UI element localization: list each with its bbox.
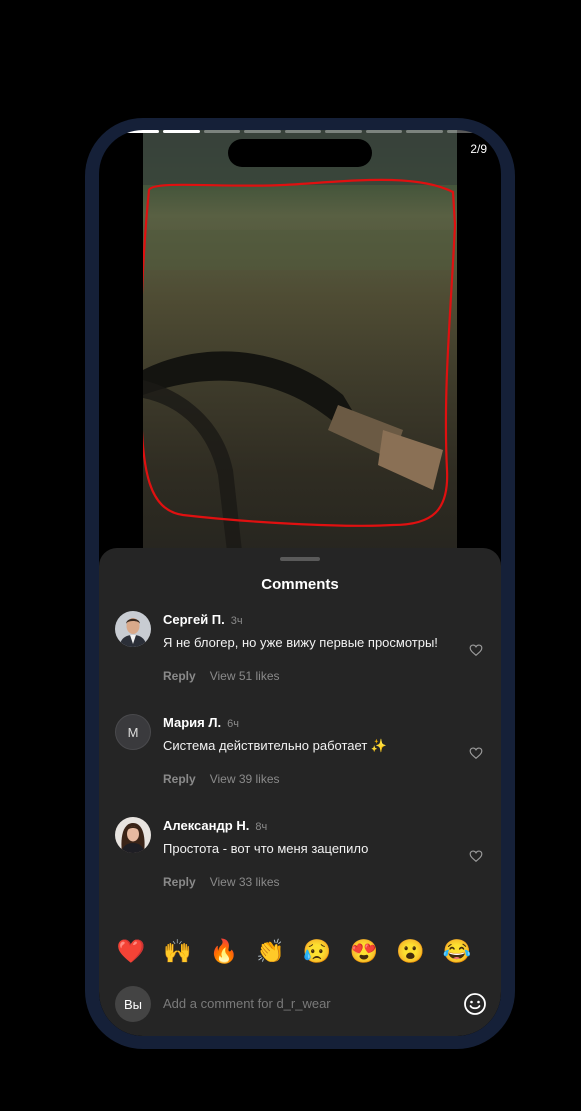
story-segment <box>406 130 443 133</box>
avatar[interactable] <box>115 611 151 647</box>
comment-item: Сергей П. 3ч Я не блогер, но уже вижу пер… <box>115 611 489 701</box>
sheet-title: Comments <box>261 576 339 593</box>
comments-sheet: Comments Сергей П. 3ч Я не блогер, но уже… <box>99 548 501 1036</box>
smile-icon[interactable] <box>463 992 487 1016</box>
comment-author[interactable]: Сергей П. 3ч <box>163 612 243 627</box>
comment-author[interactable]: Александр Н. 8ч <box>163 818 267 833</box>
emoji-heart-eyes[interactable]: 😍 <box>349 936 379 966</box>
view-likes-link[interactable]: View 51 likes <box>210 669 280 683</box>
phone-screen: 2/9 Comments Сергей П. 3ч Я не блогер, н… <box>99 130 501 1036</box>
quick-reactions: ❤️ 🙌 🔥 👏 😥 😍 😮 😂 <box>116 936 472 966</box>
heart-icon[interactable] <box>469 746 483 760</box>
emoji-raised-hands[interactable]: 🙌 <box>163 936 193 966</box>
story-progress-bars <box>123 130 483 133</box>
comment-item: М Мария Л. 6ч Система действительно работ… <box>115 714 489 804</box>
story-segment <box>325 130 362 133</box>
avatar[interactable] <box>115 817 151 853</box>
story-segment <box>446 130 483 133</box>
comment-text: Я не блогер, но уже вижу первые просмотр… <box>163 635 438 650</box>
comment-text: Простота - вот что меня зацепило <box>163 841 369 856</box>
view-likes-link[interactable]: View 33 likes <box>210 875 280 889</box>
view-likes-link[interactable]: View 39 likes <box>210 772 280 786</box>
emoji-surprised[interactable]: 😮 <box>395 936 425 966</box>
story-segment <box>244 130 281 133</box>
woman-avatar-photo <box>115 817 151 853</box>
story-video[interactable] <box>143 130 457 560</box>
heart-icon[interactable] <box>469 849 483 863</box>
comment-text: Система действительно работает ✨ <box>163 738 388 753</box>
comment-item: Александр Н. 8ч Простота - вот что меня з… <box>115 817 489 907</box>
comment-actions: Reply View 39 likes <box>163 772 280 786</box>
story-segment <box>365 130 403 133</box>
reply-button[interactable]: Reply <box>163 669 196 683</box>
video-frame-illustration <box>143 130 457 560</box>
reply-button[interactable]: Reply <box>163 875 196 889</box>
emoji-heart[interactable]: ❤️ <box>116 936 146 966</box>
emoji-laughing[interactable]: 😂 <box>442 936 472 966</box>
comment-author[interactable]: Мария Л. 6ч <box>163 715 239 730</box>
story-segment <box>284 130 322 133</box>
comment-input[interactable]: Add a comment for d_r_wear <box>163 996 331 1011</box>
emoji-sad[interactable]: 😥 <box>302 936 332 966</box>
my-avatar: Вы <box>115 986 151 1022</box>
emoji-fire[interactable]: 🔥 <box>209 936 239 966</box>
reply-button[interactable]: Reply <box>163 772 196 786</box>
story-counter: 2/9 <box>470 142 487 156</box>
comment-composer: Вы Add a comment for d_r_wear <box>115 986 487 1022</box>
comment-actions: Reply View 33 likes <box>163 875 280 889</box>
man-avatar-photo <box>115 611 151 647</box>
story-segment <box>163 130 200 133</box>
author-name[interactable]: Александр Н. <box>163 818 249 833</box>
dynamic-island <box>228 139 372 167</box>
comment-actions: Reply View 51 likes <box>163 669 280 683</box>
author-name[interactable]: Сергей П. <box>163 612 225 627</box>
comment-time: 6ч <box>227 718 239 730</box>
author-name[interactable]: Мария Л. <box>163 715 221 730</box>
heart-icon[interactable] <box>469 643 483 657</box>
comment-time: 8ч <box>255 821 268 833</box>
avatar[interactable]: М <box>115 714 151 750</box>
comment-time: 3ч <box>230 615 243 627</box>
story-segment <box>123 130 160 133</box>
emoji-clapping[interactable]: 👏 <box>256 936 286 966</box>
sheet-drag-handle[interactable] <box>280 557 320 561</box>
story-segment <box>203 130 241 133</box>
